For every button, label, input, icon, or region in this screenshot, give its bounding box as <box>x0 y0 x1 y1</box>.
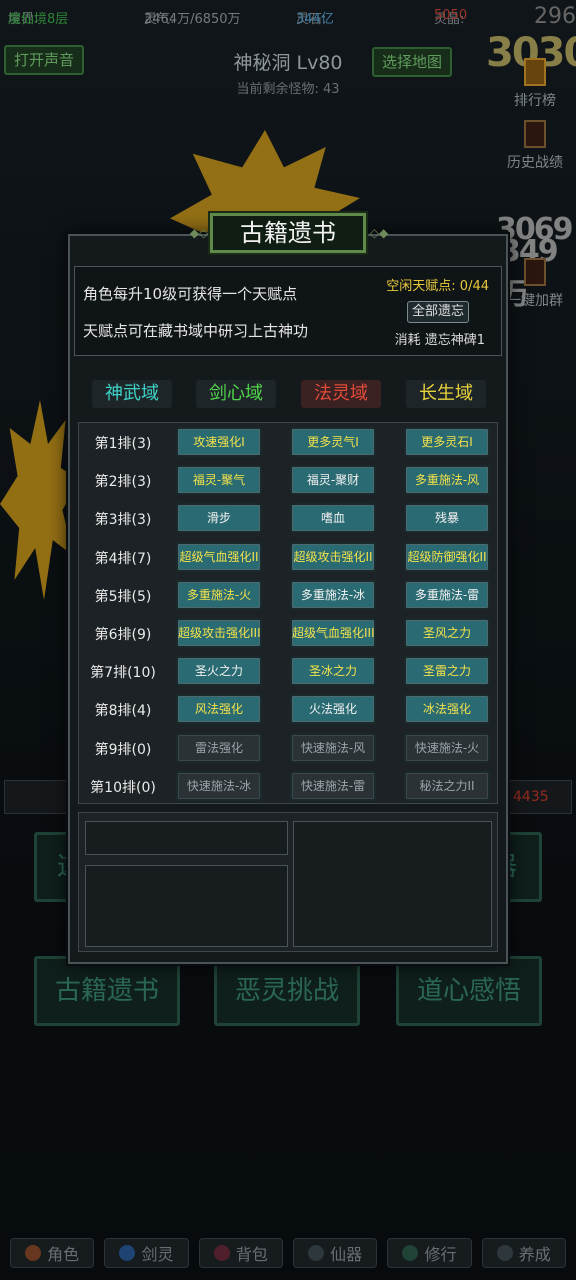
tab-label: 神武域 <box>105 383 159 404</box>
talent-skill-button[interactable]: 圣冰之力 <box>290 656 376 687</box>
talent-detail-box <box>78 812 498 952</box>
row-label: 第4排(7) <box>94 550 152 567</box>
tab-shenwu[interactable]: 神武域 <box>92 380 172 408</box>
talent-skill-button[interactable]: 圣风之力 <box>404 618 490 648</box>
talent-skill-button[interactable]: 残暴 <box>404 503 490 534</box>
talent-skill-button[interactable]: 超级气血强化II <box>176 541 262 572</box>
talent-skill-button[interactable]: 多重施法-雷 <box>404 579 490 610</box>
talent-skill-button[interactable]: 超级攻击强化III <box>176 618 262 648</box>
tab-faling[interactable]: 法灵域 <box>301 380 381 408</box>
talent-skill-button[interactable]: 秘法之力II <box>404 770 490 801</box>
modal-title: 古籍遗书 <box>210 213 366 253</box>
talent-skill-button[interactable]: 快速施法-雷 <box>290 770 376 801</box>
talent-skill-button[interactable]: 更多灵石I <box>404 427 490 457</box>
talent-skill-button[interactable]: 圣火之力 <box>176 656 262 687</box>
row-label: 第2排(3) <box>94 474 152 491</box>
talent-skill-button[interactable]: 快速施法-火 <box>404 732 490 763</box>
talent-skill-button[interactable]: 多重施法-冰 <box>290 579 376 610</box>
free-talent-points: 空闲天赋点: 0/44 <box>386 279 489 294</box>
talent-skill-button[interactable]: 超级防御强化II <box>404 541 490 572</box>
detail-desc-panel <box>85 865 288 947</box>
row-label: 第5排(5) <box>94 588 152 605</box>
forget-all-button[interactable]: 全部遗忘 <box>407 301 469 323</box>
talent-skill-button[interactable]: 超级攻击强化II <box>290 541 376 572</box>
tab-changsheng[interactable]: 长生域 <box>406 380 486 408</box>
row-label: 第6排(9) <box>94 627 152 643</box>
talent-skill-button[interactable]: 雷法强化 <box>176 732 262 763</box>
row-label: 第1排(3) <box>94 436 152 452</box>
tab-label: 法灵域 <box>314 383 368 404</box>
tab-jianxin[interactable]: 剑心域 <box>196 380 276 408</box>
ornament-icon: ◇◆ <box>369 226 389 240</box>
row-label: 第7排(10) <box>90 665 156 682</box>
row-label: 第3排(3) <box>94 512 152 529</box>
talent-skill-button[interactable]: 多重施法-风 <box>404 465 490 496</box>
talent-skill-button[interactable]: 火法强化 <box>290 694 376 725</box>
talent-skill-button[interactable]: 更多灵气I <box>290 427 376 457</box>
detail-effect-panel <box>293 821 492 947</box>
info-line-1: 角色每升10级可获得一个天赋点 <box>83 285 298 303</box>
talent-skill-button[interactable]: 福灵-聚气 <box>176 465 262 496</box>
talent-skill-button[interactable]: 快速施法-冰 <box>176 770 262 801</box>
talent-skill-button[interactable]: 快速施法-风 <box>290 732 376 763</box>
talent-skill-button[interactable]: 福灵-聚财 <box>290 465 376 496</box>
row-label: 第10排(0) <box>90 779 156 796</box>
tab-label: 剑心域 <box>209 383 263 404</box>
talent-info-box: 角色每升10级可获得一个天赋点 天赋点可在藏书域中研习上古神功 空闲天赋点: 0… <box>74 266 502 356</box>
info-line-2: 天赋点可在藏书域中研习上古神功 <box>83 322 309 340</box>
tab-label: 长生域 <box>419 383 473 404</box>
talent-skill-button[interactable]: 多重施法-火 <box>176 579 262 610</box>
talent-skill-button[interactable]: 超级气血强化III <box>290 618 376 648</box>
talent-skill-button[interactable]: 嗜血 <box>290 503 376 534</box>
talent-skill-button[interactable]: 攻速强化I <box>176 427 262 457</box>
forget-cost: 消耗 遗忘神碑1 <box>394 333 485 348</box>
detail-name-panel <box>85 821 288 855</box>
ornament-icon: ◆◇ <box>189 226 209 240</box>
row-label: 第9排(0) <box>94 741 152 758</box>
talent-skill-button[interactable]: 冰法强化 <box>404 694 490 725</box>
row-label: 第8排(4) <box>94 703 152 720</box>
talent-skill-button[interactable]: 风法强化 <box>176 694 262 725</box>
talent-skill-button[interactable]: 圣雷之力 <box>404 656 490 687</box>
talent-skill-button[interactable]: 滑步 <box>176 503 262 534</box>
